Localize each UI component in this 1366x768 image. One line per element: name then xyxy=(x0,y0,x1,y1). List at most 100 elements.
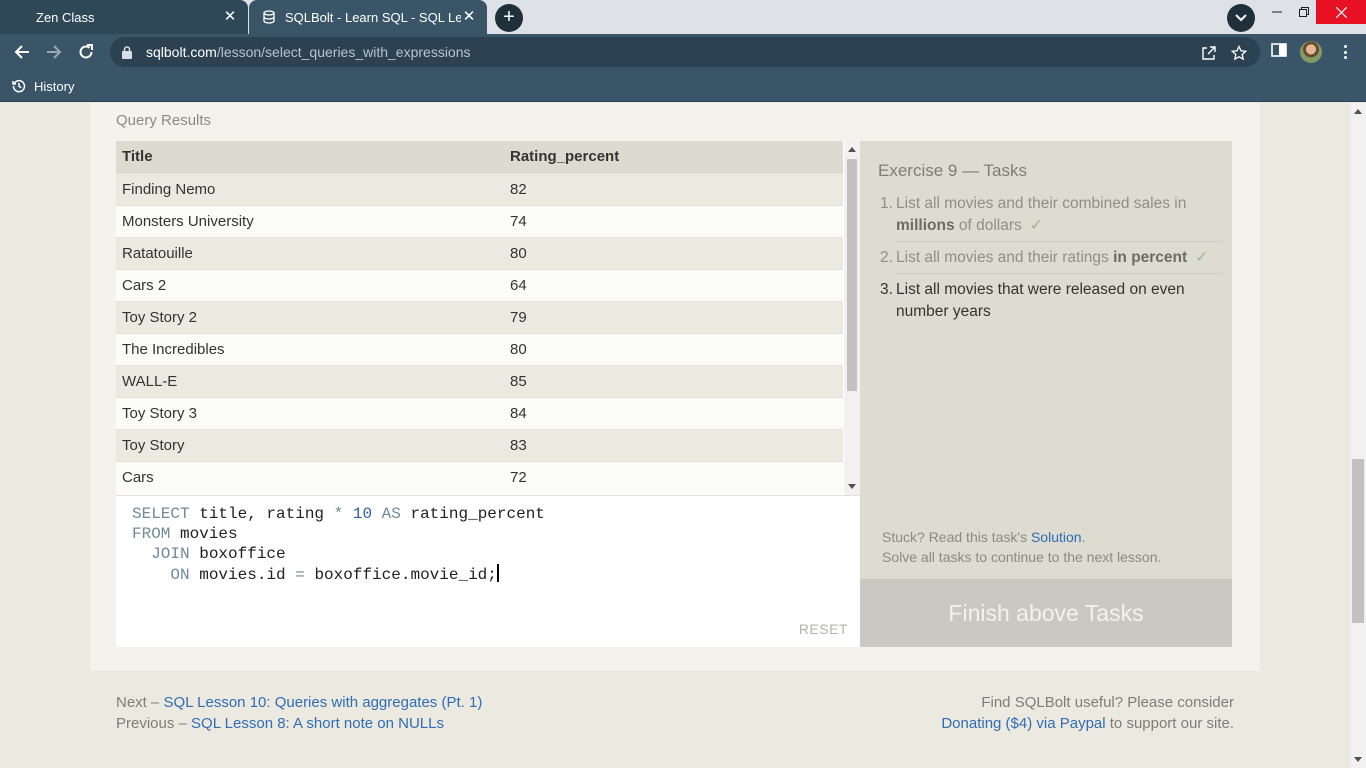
cell-title: WALL-E xyxy=(116,364,504,397)
window-close-button[interactable] xyxy=(1316,0,1366,24)
scroll-up-arrow-icon[interactable] xyxy=(1354,109,1362,114)
tab-strip: Zen Class ✕ SQLBolt - Learn SQL - SQL Le… xyxy=(0,0,1366,34)
browser-menu-icon[interactable] xyxy=(1336,43,1354,61)
check-icon: ✓ xyxy=(1029,217,1043,234)
sql-text: boxoffice xyxy=(189,545,286,563)
cell-rating-percent: 74 xyxy=(504,204,843,237)
task-text: List all movies and their ratings xyxy=(896,249,1114,266)
tab-sqlbolt[interactable]: SQLBolt - Learn SQL - SQL Lesson ✕ xyxy=(249,0,487,34)
tab-zen-class[interactable]: Zen Class ✕ xyxy=(0,0,248,34)
tab-search-button[interactable] xyxy=(1227,4,1255,32)
sql-text: boxoffice.movie_id; xyxy=(304,566,497,584)
sql-text: rating_percent xyxy=(400,505,545,523)
cell-title: The Incredibles xyxy=(116,332,504,365)
cell-title: Finding Nemo xyxy=(116,172,504,205)
previous-lesson-link[interactable]: SQL Lesson 8: A short note on NULLs xyxy=(191,715,444,732)
close-icon xyxy=(1335,6,1347,18)
sql-text: title, rating xyxy=(189,505,334,523)
sql-text: movies.id xyxy=(189,566,296,584)
page-viewport: Query Results Title Rating_percent Findi… xyxy=(0,103,1350,768)
donate-suffix: to support our site. xyxy=(1105,715,1234,732)
scroll-down-arrow-icon[interactable] xyxy=(848,484,856,489)
reload-button[interactable] xyxy=(72,38,100,66)
cell-title: Cars xyxy=(116,460,504,493)
cell-rating-percent: 79 xyxy=(504,300,843,333)
table-row: Ratatouille 80 xyxy=(116,236,843,269)
url-path: /lesson/select_queries_with_expressions xyxy=(216,44,471,60)
table-header-row: Title Rating_percent xyxy=(116,141,843,173)
scroll-down-arrow-icon[interactable] xyxy=(1354,757,1362,762)
bookmark-star-icon[interactable] xyxy=(1230,44,1248,62)
next-prefix: Next – xyxy=(116,694,164,711)
code-line: ON movies.id = boxoffice.movie_id; xyxy=(132,564,545,585)
results-scrollbar[interactable] xyxy=(844,141,860,495)
scrollbar-thumb[interactable] xyxy=(847,159,857,391)
tasks-panel: Exercise 9 — Tasks 1. List all movies and… xyxy=(860,141,1232,579)
reload-icon xyxy=(79,44,93,59)
cell-rating-percent: 83 xyxy=(504,428,843,461)
back-arrow-icon xyxy=(14,45,29,59)
task-text: List all movies that were released on ev… xyxy=(896,281,1185,320)
continue-text: Solve all tasks to continue to the next … xyxy=(882,549,1162,565)
tab-title: SQLBolt - Learn SQL - SQL Lesson xyxy=(285,9,461,25)
close-icon[interactable]: ✕ xyxy=(222,9,238,25)
next-lesson-link[interactable]: SQL Lesson 10: Queries with aggregates (… xyxy=(164,694,483,711)
donate-link[interactable]: Donating ($4) via Paypal xyxy=(941,715,1105,732)
stuck-text: Stuck? Read this task's xyxy=(882,529,1031,545)
task-number: 3. xyxy=(880,281,893,298)
code-line: FROM movies xyxy=(132,524,545,544)
table-row: The Incredibles 80 xyxy=(116,332,843,365)
column-header: Rating_percent xyxy=(504,141,843,173)
sql-code[interactable]: SELECT title, rating * 10 AS rating_perc… xyxy=(132,504,545,585)
url-host: sqlbolt.com xyxy=(146,44,217,60)
table-row: WALL-E 85 xyxy=(116,364,843,397)
query-results-label: Query Results xyxy=(116,112,212,129)
bookmark-history[interactable]: History xyxy=(12,75,74,97)
cell-rating-percent: 85 xyxy=(504,364,843,397)
query-results-table[interactable]: Title Rating_percent Finding Nemo 82 Monst… xyxy=(116,141,860,495)
profile-avatar[interactable] xyxy=(1300,41,1322,63)
cell-title: Toy Story xyxy=(116,428,504,461)
check-icon: ✓ xyxy=(1195,249,1209,266)
useful-text: Find SQLBolt useful? Please consider xyxy=(981,694,1234,711)
cell-rating-percent: 80 xyxy=(504,332,843,365)
page-scrollbar[interactable] xyxy=(1350,103,1366,768)
side-panel-icon[interactable] xyxy=(1270,41,1288,59)
lesson-card: Query Results Title Rating_percent Findi… xyxy=(90,103,1260,768)
task-number: 2. xyxy=(880,249,893,266)
bookmark-label: History xyxy=(34,78,75,94)
lock-icon xyxy=(122,45,136,59)
share-icon[interactable] xyxy=(1200,44,1218,62)
back-button[interactable] xyxy=(8,38,36,66)
sql-keyword: AS xyxy=(381,505,401,523)
scrollbar-thumb[interactable] xyxy=(1352,459,1364,623)
address-bar[interactable]: sqlbolt.com/lesson/select_queries_with_e… xyxy=(110,37,1260,67)
lesson-navigation: Next – SQL Lesson 10: Queries with aggre… xyxy=(116,692,482,734)
stuck-period: . xyxy=(1081,529,1086,545)
browser-toolbar: sqlbolt.com/lesson/select_queries_with_e… xyxy=(0,34,1366,70)
donation-note: Find SQLBolt useful? Please consider Don… xyxy=(941,692,1234,734)
cell-title: Ratatouille xyxy=(116,236,504,269)
sql-editor[interactable]: SELECT title, rating * 10 AS rating_perc… xyxy=(116,495,860,647)
cell-title: Monsters University xyxy=(116,204,504,237)
reset-button[interactable]: RESET xyxy=(799,621,848,637)
close-icon[interactable]: ✕ xyxy=(461,9,477,25)
task-divider xyxy=(896,241,1222,242)
previous-prefix: Previous – xyxy=(116,715,192,732)
task-divider xyxy=(896,273,1222,274)
task-item: 1. List all movies and their combined sal… xyxy=(880,193,1222,237)
chevron-down-icon xyxy=(1235,14,1247,22)
forward-button[interactable] xyxy=(40,38,68,66)
new-tab-button[interactable]: + xyxy=(495,4,523,32)
solution-link[interactable]: Solution xyxy=(1031,529,1082,545)
column-header: Title xyxy=(116,141,504,173)
finish-tasks-button[interactable]: Finish above Tasks xyxy=(860,579,1232,647)
table-row: Cars 72 xyxy=(116,460,843,493)
scroll-up-arrow-icon[interactable] xyxy=(848,147,856,152)
task-item: 2. List all movies and their ratings in p… xyxy=(880,247,1222,269)
task-item: 3. List all movies that were released on … xyxy=(880,279,1222,323)
sql-keyword: FROM xyxy=(132,525,171,543)
table-row: Toy Story 2 79 xyxy=(116,300,843,333)
